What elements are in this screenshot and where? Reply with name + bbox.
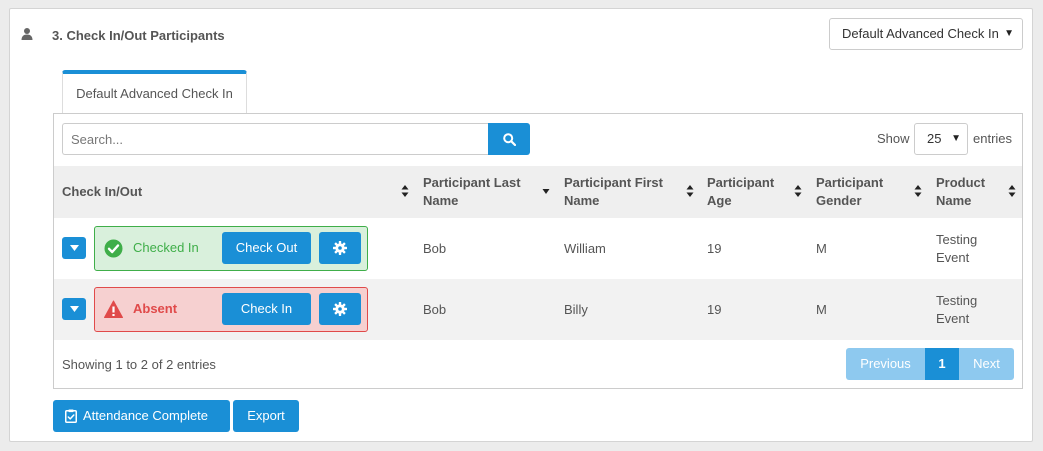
cell-age: 19 — [707, 240, 722, 256]
cell-last-name: Bob — [423, 301, 447, 317]
table-header: Check In/Out Participant Last Name Parti… — [54, 166, 1022, 218]
sort-icon[interactable] — [401, 184, 409, 198]
column-header-last-name[interactable]: Participant Last Name — [423, 166, 541, 218]
mode-select-value: Default Advanced Check In — [842, 26, 999, 41]
column-header-gender[interactable]: Participant Gender — [816, 166, 906, 218]
check-in-out-panel: 3. Check In/Out Participants Default Adv… — [9, 8, 1033, 442]
table-row: Checked In Check Out Bob William 19 M Te… — [54, 218, 1022, 279]
status-label: Absent — [133, 301, 178, 316]
clipboard-check-icon — [65, 409, 77, 423]
entries-label: entries — [973, 131, 1013, 146]
previous-page-button[interactable]: Previous — [846, 348, 925, 380]
attendance-complete-label: Attendance Complete — [83, 408, 209, 423]
sort-icon[interactable] — [794, 184, 802, 198]
caret-down-icon — [69, 306, 79, 312]
attendance-complete-button[interactable]: Attendance Complete — [53, 400, 230, 432]
expand-row-button[interactable] — [62, 298, 86, 320]
cell-last-name: Bob — [423, 240, 447, 256]
gear-icon — [333, 302, 347, 316]
search-icon — [502, 132, 516, 146]
table-row: Absent Check In Bob Billy 19 M Testing E… — [54, 279, 1022, 340]
sort-icon[interactable] — [686, 184, 694, 198]
entries-per-page-value: 25 — [927, 131, 942, 146]
row-settings-button[interactable] — [319, 232, 361, 264]
cell-age: 19 — [707, 301, 722, 317]
column-header-product-name[interactable]: Product Name — [936, 166, 1002, 218]
check-circle-icon — [104, 239, 123, 258]
page-1-button[interactable]: 1 — [925, 348, 959, 380]
check-in-button[interactable]: Check In — [222, 293, 311, 325]
caret-down-icon — [69, 245, 79, 251]
expand-row-button[interactable] — [62, 237, 86, 259]
status-label: Checked In — [133, 240, 199, 255]
check-out-button[interactable]: Check Out — [222, 232, 311, 264]
sort-icon[interactable] — [914, 184, 922, 198]
cell-first-name: Billy — [564, 301, 588, 317]
row-settings-button[interactable] — [319, 293, 361, 325]
gear-icon — [333, 241, 347, 255]
warning-icon — [104, 300, 123, 318]
export-button[interactable]: Export — [233, 400, 299, 432]
show-label: Show — [877, 131, 910, 146]
user-icon — [21, 28, 33, 40]
participants-table-wrapper: Show 25 ▼ entries Check In/Out Participa… — [53, 113, 1023, 389]
pagination: Previous 1 Next — [846, 348, 1014, 380]
cell-product-name: Testing Event — [936, 231, 978, 265]
sort-desc-icon[interactable] — [542, 186, 550, 196]
column-header-check-in-out[interactable]: Check In/Out — [62, 166, 392, 218]
cell-product-name: Testing Event — [936, 292, 978, 326]
entries-per-page-select[interactable]: 25 ▼ — [914, 123, 968, 155]
search-input[interactable] — [62, 123, 489, 155]
table-info: Showing 1 to 2 of 2 entries — [62, 357, 216, 372]
status-box-checked-in: Checked In Check Out — [94, 226, 368, 271]
status-box-absent: Absent Check In — [94, 287, 368, 332]
caret-down-icon: ▼ — [951, 133, 961, 144]
mode-select[interactable]: Default Advanced Check In ▼ — [829, 18, 1023, 50]
column-header-age[interactable]: Participant Age — [707, 166, 787, 218]
section-title: 3. Check In/Out Participants — [52, 28, 225, 43]
cell-gender: M — [816, 240, 827, 256]
cell-first-name: William — [564, 240, 606, 256]
cell-gender: M — [816, 301, 827, 317]
next-page-button[interactable]: Next — [959, 348, 1014, 380]
sort-icon[interactable] — [1008, 184, 1016, 198]
column-header-first-name[interactable]: Participant First Name — [564, 166, 684, 218]
search-button[interactable] — [488, 123, 530, 155]
caret-down-icon: ▼ — [1004, 28, 1014, 39]
tab-default-advanced-check-in[interactable]: Default Advanced Check In — [62, 70, 247, 114]
